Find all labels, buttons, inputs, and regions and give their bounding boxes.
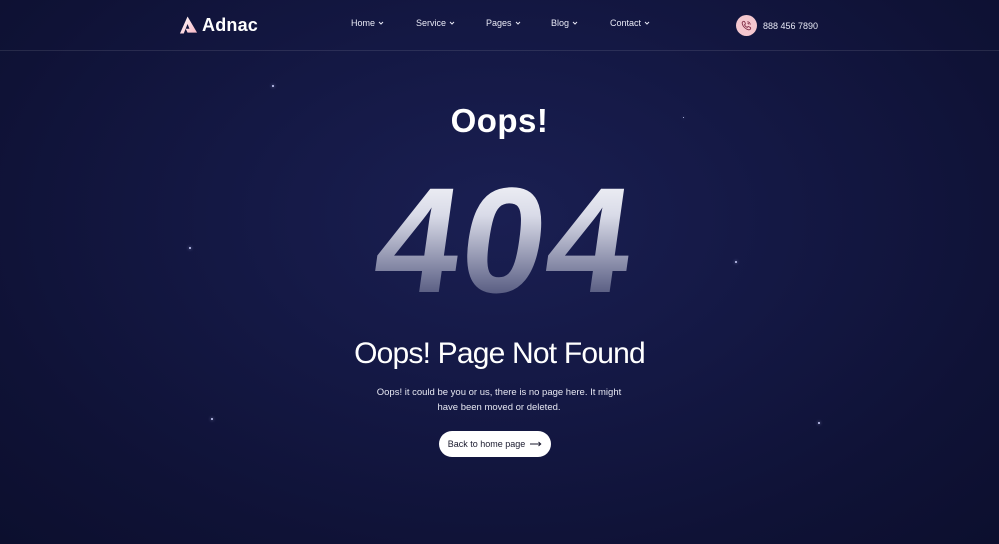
- phone-number: 888 456 7890: [763, 20, 819, 31]
- description-line: have been moved or deleted.: [437, 402, 561, 413]
- description-line: Oops! it could be you or us, there is no…: [376, 387, 622, 398]
- nav-item-label: Pages: [486, 18, 512, 28]
- nav-item-service[interactable]: Service: [416, 18, 455, 28]
- chevron-down-icon: [572, 21, 578, 25]
- error-description: Oops! it could be you or us, there is no…: [349, 385, 649, 415]
- nav-item-pages[interactable]: Pages: [486, 18, 521, 28]
- phone-contact[interactable]: 888 456 7890: [736, 15, 818, 36]
- chevron-down-icon: [378, 21, 384, 25]
- star-decoration: [189, 247, 191, 249]
- chevron-down-icon: [515, 21, 520, 25]
- phone-icon: [741, 20, 752, 31]
- nav-item-label: Service: [416, 18, 447, 28]
- nav-item-blog[interactable]: Blog: [551, 18, 578, 28]
- main-nav: Home Service Pages Blog Contact: [0, 18, 999, 34]
- site-header: Adnac Home Service Pages Blog Contact 88…: [0, 0, 999, 51]
- nav-item-label: Contact: [610, 18, 642, 28]
- chevron-down-icon: [644, 21, 650, 25]
- error-code-svg: 404: [365, 157, 645, 320]
- star-decoration: [735, 261, 737, 263]
- nav-item-contact[interactable]: Contact: [610, 18, 650, 28]
- star-decoration: [818, 422, 820, 424]
- star-decoration: [211, 418, 213, 420]
- back-to-home-label: Back to home page: [447, 439, 526, 449]
- nav-item-home[interactable]: Home: [351, 18, 384, 28]
- nav-item-label: Blog: [551, 18, 570, 28]
- nav-item-label: Home: [351, 18, 376, 28]
- page-title: Oops! Page Not Found: [354, 337, 646, 370]
- error-code-graphic: 404: [300, 150, 700, 320]
- star-decoration: [272, 85, 274, 87]
- chevron-down-icon: [449, 21, 455, 25]
- arrow-right-icon: [530, 441, 542, 447]
- error-code-text: 404: [365, 157, 645, 320]
- oops-heading: Oops!: [450, 102, 549, 139]
- phone-icon-badge: [736, 15, 757, 36]
- back-to-home-button[interactable]: Back to home page: [439, 431, 551, 457]
